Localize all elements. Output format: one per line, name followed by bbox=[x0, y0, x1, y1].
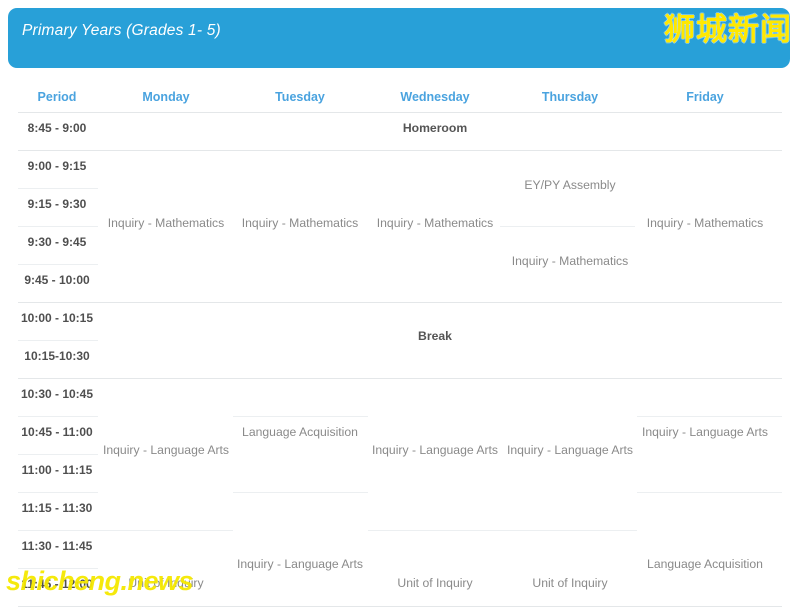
timetable-cell: Inquiry - Language Arts bbox=[103, 443, 229, 457]
row-separator bbox=[18, 188, 98, 189]
timetable-cell: Inquiry - Mathematics bbox=[647, 216, 764, 230]
timetable-cell: Homeroom bbox=[403, 121, 467, 135]
column-header-wednesday: Wednesday bbox=[400, 90, 469, 104]
row-separator bbox=[18, 340, 98, 341]
column-header-thursday: Thursday bbox=[542, 90, 598, 104]
period-time-label: 10:45 - 11:00 bbox=[21, 425, 92, 439]
period-time-label: 11:15 - 11:30 bbox=[22, 501, 93, 515]
timetable-cell: EY/PY Assembly bbox=[524, 178, 615, 192]
chinese-watermark: 狮城新闻 bbox=[664, 10, 792, 50]
row-separator bbox=[18, 302, 782, 303]
period-time-label: 9:45 - 10:00 bbox=[24, 273, 89, 287]
period-time-label: 11:30 - 11:45 bbox=[22, 539, 93, 553]
row-separator bbox=[18, 606, 782, 607]
column-header-friday: Friday bbox=[686, 90, 724, 104]
row-separator bbox=[233, 492, 368, 493]
timetable-cell: Inquiry - Mathematics bbox=[108, 216, 225, 230]
column-header-period: Period bbox=[38, 90, 77, 104]
row-separator bbox=[18, 378, 782, 379]
row-separator bbox=[233, 416, 368, 417]
timetable-cell: Inquiry - Language Arts bbox=[237, 557, 363, 571]
timetable-cell: Inquiry - Mathematics bbox=[242, 216, 359, 230]
period-time-label: 10:00 - 10:15 bbox=[21, 311, 93, 325]
period-time-label: 8:45 - 9:00 bbox=[28, 121, 87, 135]
period-time-label: 9:00 - 9:15 bbox=[28, 159, 87, 173]
page-title: Primary Years (Grades 1- 5) bbox=[22, 22, 221, 40]
timetable-cell: Inquiry - Language Arts bbox=[642, 425, 768, 439]
timetable-cell: Inquiry - Language Arts bbox=[507, 443, 633, 457]
timetable: Period Monday Tuesday Wednesday Thursday Frid… bbox=[0, 78, 800, 608]
timetable-cell: Inquiry - Mathematics bbox=[512, 254, 629, 268]
timetable-cell: Language Acquisition bbox=[242, 425, 358, 439]
row-separator bbox=[500, 226, 635, 227]
row-separator bbox=[637, 416, 782, 417]
period-time-label: 11:00 - 11:15 bbox=[22, 463, 93, 477]
timetable-cell: Unit of Inquiry bbox=[532, 576, 607, 590]
row-separator bbox=[637, 492, 782, 493]
row-separator bbox=[18, 492, 98, 493]
row-separator bbox=[368, 530, 637, 531]
row-separator bbox=[18, 150, 782, 151]
period-time-label: 10:15-10:30 bbox=[24, 349, 89, 363]
row-separator bbox=[18, 226, 98, 227]
row-separator bbox=[18, 264, 98, 265]
column-header-tuesday: Tuesday bbox=[275, 90, 325, 104]
period-time-label: 9:15 - 9:30 bbox=[28, 197, 87, 211]
row-separator bbox=[18, 454, 98, 455]
row-separator bbox=[18, 416, 98, 417]
period-time-label: 10:30 - 10:45 bbox=[21, 387, 93, 401]
timetable-cell: Inquiry - Language Arts bbox=[372, 443, 498, 457]
timetable-cell: Language Acquisition bbox=[647, 557, 763, 571]
column-header-monday: Monday bbox=[142, 90, 189, 104]
row-separator bbox=[18, 530, 233, 531]
row-separator bbox=[18, 112, 782, 113]
timetable-cell: Inquiry - Mathematics bbox=[377, 216, 494, 230]
site-watermark: shicheng.news bbox=[6, 566, 193, 597]
timetable-cell: Unit of Inquiry bbox=[397, 576, 472, 590]
timetable-cell: Break bbox=[418, 329, 452, 343]
period-time-label: 9:30 - 9:45 bbox=[28, 235, 87, 249]
